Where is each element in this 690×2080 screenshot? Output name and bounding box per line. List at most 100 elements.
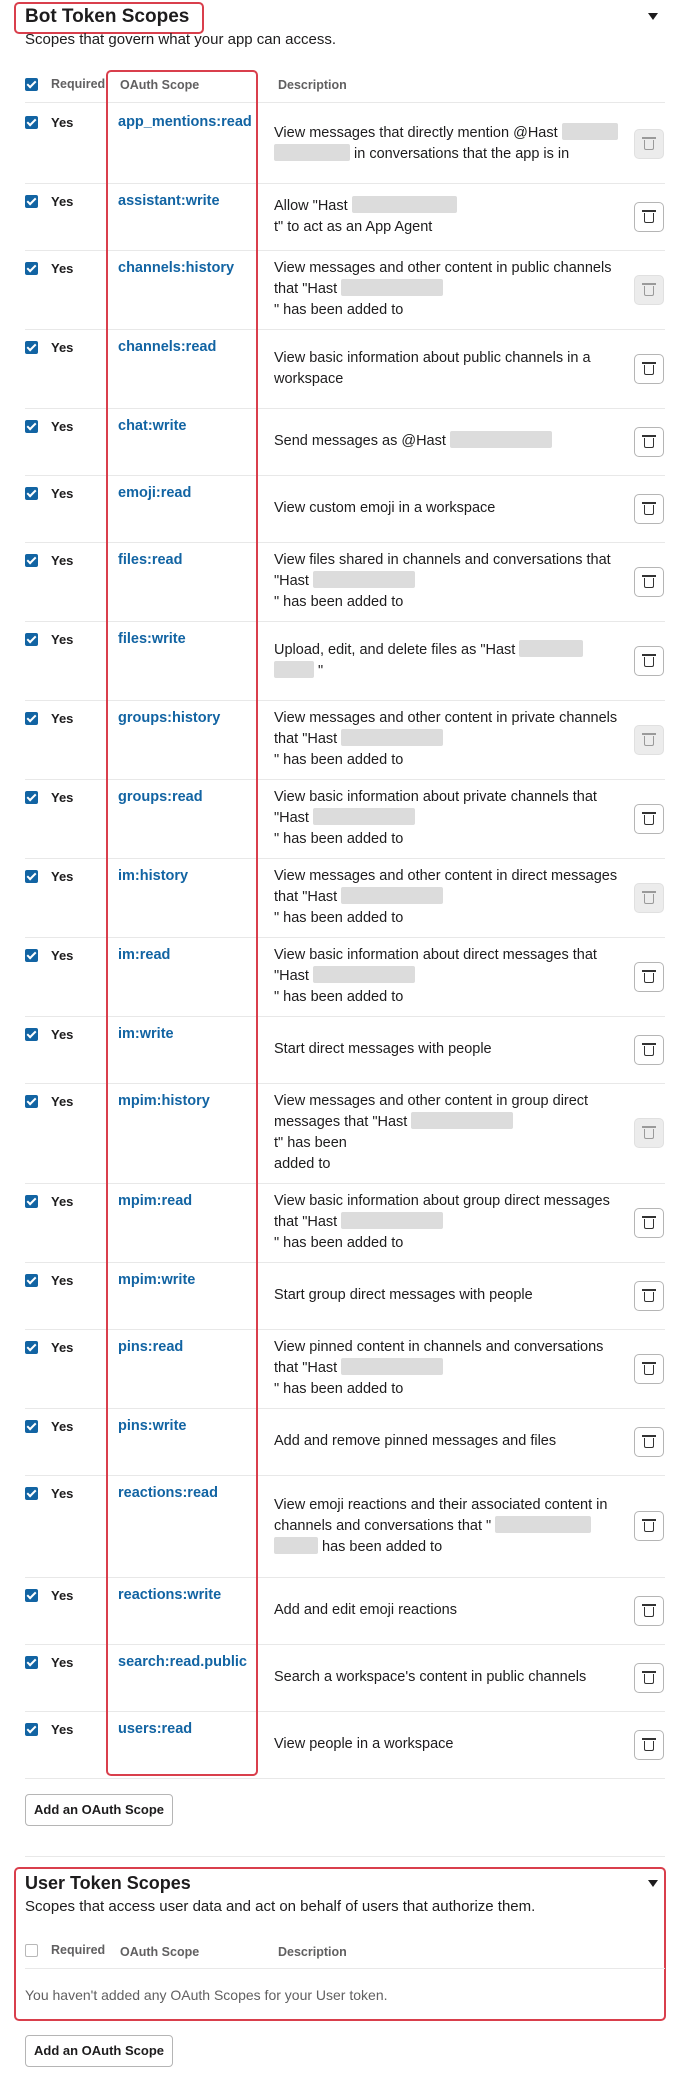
required-checkbox[interactable] <box>25 1487 38 1500</box>
description-line: Start direct messages with people <box>274 1041 492 1057</box>
delete-scope-button[interactable] <box>634 1208 664 1238</box>
bot-section-collapse-icon[interactable] <box>648 13 658 20</box>
scope-description: Start group direct messages with people <box>274 1285 624 1306</box>
description-line: "Hast <box>274 966 624 987</box>
required-value: Yes <box>51 1340 74 1355</box>
description-line: that "Hast <box>274 1212 624 1233</box>
delete-scope-button[interactable] <box>634 494 664 524</box>
description-line: View messages and other content in direc… <box>274 868 618 884</box>
delete-scope-button[interactable] <box>634 1035 664 1065</box>
delete-scope-button[interactable] <box>634 725 664 755</box>
delete-scope-button[interactable] <box>634 567 664 597</box>
required-value: Yes <box>51 1194 74 1209</box>
required-value: Yes <box>51 261 74 276</box>
required-checkbox[interactable] <box>25 341 38 354</box>
delete-scope-button[interactable] <box>634 883 664 913</box>
required-header-checkbox[interactable] <box>25 78 38 91</box>
description-line: that "Hast <box>274 279 624 300</box>
user-scopes-subtitle: Scopes that access user data and act on … <box>25 1898 536 1915</box>
delete-scope-button[interactable] <box>634 275 664 305</box>
required-checkbox[interactable] <box>25 1656 38 1669</box>
required-checkbox[interactable] <box>25 554 38 567</box>
scope-description: View basic information about public chan… <box>274 348 624 390</box>
description-line: Add and edit emoji reactions <box>274 1602 457 1618</box>
scope-description: Start direct messages with people <box>274 1039 624 1060</box>
delete-scope-button[interactable] <box>634 1118 664 1148</box>
required-value: Yes <box>51 1722 74 1737</box>
description-line: View messages and other content in publi… <box>274 260 612 276</box>
trash-icon <box>642 1362 656 1375</box>
description-line: has been added to <box>274 1537 624 1558</box>
delete-scope-button[interactable] <box>634 354 664 384</box>
required-checkbox[interactable] <box>25 1095 38 1108</box>
required-checkbox[interactable] <box>25 420 38 433</box>
redacted-text <box>519 640 584 657</box>
required-value: Yes <box>51 869 74 884</box>
description-line: View emoji reactions and their associate… <box>274 1497 608 1513</box>
user-add-scope-button[interactable]: Add an OAuth Scope <box>25 2035 173 2067</box>
required-checkbox[interactable] <box>25 1420 38 1433</box>
delete-scope-button[interactable] <box>634 804 664 834</box>
required-checkbox[interactable] <box>25 1589 38 1602</box>
redacted-text <box>341 729 444 746</box>
bot-title-highlight <box>14 2 204 34</box>
delete-scope-button[interactable] <box>634 202 664 232</box>
description-line: Upload, edit, and delete files as "Hast <box>274 640 624 661</box>
required-value: Yes <box>51 1588 74 1603</box>
redacted-text <box>341 1358 444 1375</box>
description-line: " has been added to <box>274 594 404 610</box>
delete-scope-button[interactable] <box>634 962 664 992</box>
redacted-text <box>351 196 457 213</box>
delete-scope-button[interactable] <box>634 1596 664 1626</box>
description-line: " has been added to <box>274 910 404 926</box>
scope-column-highlight <box>106 70 258 1776</box>
description-line: View basic information about public chan… <box>274 350 591 366</box>
delete-scope-button[interactable] <box>634 1427 664 1457</box>
delete-scope-button[interactable] <box>634 129 664 159</box>
description-line: View basic information about private cha… <box>274 789 597 805</box>
description-line: messages that "Hast <box>274 1112 624 1133</box>
scope-description: Send messages as @Hast <box>274 431 624 452</box>
delete-scope-button[interactable] <box>634 1354 664 1384</box>
trash-icon <box>642 137 656 150</box>
description-line: " has been added to <box>274 752 404 768</box>
required-checkbox[interactable] <box>25 949 38 962</box>
description-line: View people in a workspace <box>274 1736 454 1752</box>
description-line: View messages and other content in priva… <box>274 710 618 726</box>
description-line: View messages that directly mention @Has… <box>274 123 624 144</box>
redacted-text <box>312 966 415 983</box>
delete-scope-button[interactable] <box>634 646 664 676</box>
required-value: Yes <box>51 553 74 568</box>
scope-description: Search a workspace's content in public c… <box>274 1667 624 1688</box>
required-checkbox[interactable] <box>25 1274 38 1287</box>
required-checkbox[interactable] <box>25 262 38 275</box>
description-line: View basic information about direct mess… <box>274 947 597 963</box>
bot-add-scope-button[interactable]: Add an OAuth Scope <box>25 1794 173 1826</box>
scope-description: View basic information about direct mess… <box>274 945 624 1008</box>
delete-scope-button[interactable] <box>634 1663 664 1693</box>
delete-scope-button[interactable] <box>634 1281 664 1311</box>
required-checkbox[interactable] <box>25 633 38 646</box>
delete-scope-button[interactable] <box>634 427 664 457</box>
required-checkbox[interactable] <box>25 195 38 208</box>
required-checkbox[interactable] <box>25 1028 38 1041</box>
user-section-collapse-icon[interactable] <box>648 1880 658 1887</box>
delete-scope-button[interactable] <box>634 1730 664 1760</box>
required-checkbox[interactable] <box>25 1723 38 1736</box>
scope-description: View emoji reactions and their associate… <box>274 1495 624 1558</box>
required-value: Yes <box>51 948 74 963</box>
required-checkbox[interactable] <box>25 116 38 129</box>
required-checkbox[interactable] <box>25 487 38 500</box>
redacted-text <box>312 571 415 588</box>
scope-description: Allow "Hast t" to act as an App Agent <box>274 196 624 238</box>
required-checkbox[interactable] <box>25 1195 38 1208</box>
required-checkbox[interactable] <box>25 1341 38 1354</box>
required-checkbox[interactable] <box>25 870 38 883</box>
user-required-header-checkbox[interactable] <box>25 1944 38 1957</box>
trash-icon <box>642 1604 656 1617</box>
required-checkbox[interactable] <box>25 791 38 804</box>
trash-icon <box>642 654 656 667</box>
delete-scope-button[interactable] <box>634 1511 664 1541</box>
required-checkbox[interactable] <box>25 712 38 725</box>
description-line: Search a workspace's content in public c… <box>274 1669 587 1685</box>
